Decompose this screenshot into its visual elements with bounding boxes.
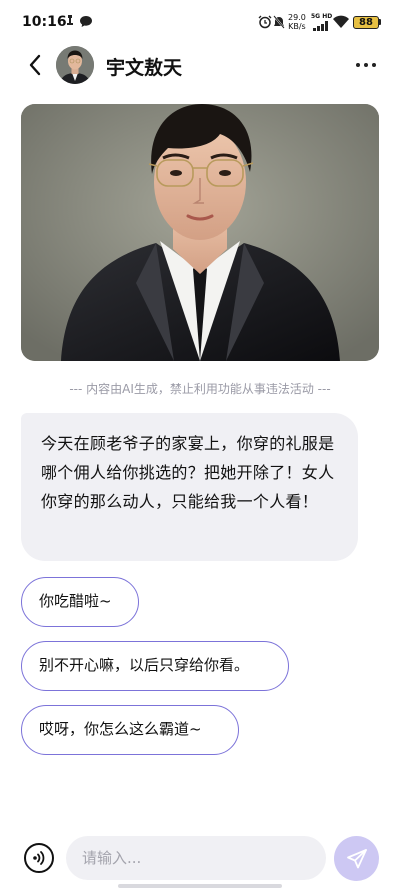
status-time: 10:16 — [22, 14, 67, 30]
ai-message-bubble: 今天在顾老爷子的家宴上，你穿的礼服是哪个佣人给你挑选的？把她开除了！女人你穿的那… — [21, 413, 358, 561]
voice-input-button[interactable] — [24, 843, 54, 873]
voice-wave-icon — [33, 851, 45, 865]
usb-icon — [67, 15, 73, 25]
back-button[interactable] — [24, 52, 46, 78]
send-icon — [346, 848, 367, 868]
signal-icon — [313, 21, 328, 31]
page-title: 宇文敖天 — [106, 57, 183, 79]
reply-option[interactable]: 哎呀，你怎么这么霸道~ — [21, 705, 239, 755]
status-bar: 10:16 29.0 KB/s 5G HD 88 — [0, 0, 400, 46]
mute-icon — [273, 15, 285, 29]
ai-disclaimer: --- 内容由AI生成，禁止利用功能从事违法活动 --- — [69, 382, 331, 396]
reply-option[interactable]: 你吃醋啦~ — [21, 577, 139, 627]
reply-option[interactable]: 别不开心嘛，以后只穿给你看。 — [21, 641, 289, 691]
chat-header: 宇文敖天 — [0, 46, 400, 86]
message-input[interactable] — [66, 836, 326, 880]
send-button[interactable] — [334, 836, 379, 881]
wifi-icon — [333, 15, 349, 28]
network-speed-unit: KB/s — [288, 22, 306, 31]
more-horizontal-icon — [356, 63, 360, 67]
more-options-button[interactable] — [352, 54, 380, 76]
home-indicator[interactable] — [118, 884, 282, 888]
battery-tip — [379, 19, 381, 25]
network-type: 5G HD — [311, 13, 333, 20]
character-portrait-illustration — [21, 104, 379, 361]
character-portrait — [21, 104, 379, 361]
network-speed: 29.0 — [288, 13, 306, 22]
avatar[interactable] — [56, 46, 94, 84]
alarm-icon — [258, 15, 272, 29]
battery-indicator: 88 — [353, 16, 379, 29]
avatar-image — [56, 46, 94, 84]
chevron-left-icon — [29, 54, 41, 76]
chat-notification-icon — [80, 16, 92, 27]
